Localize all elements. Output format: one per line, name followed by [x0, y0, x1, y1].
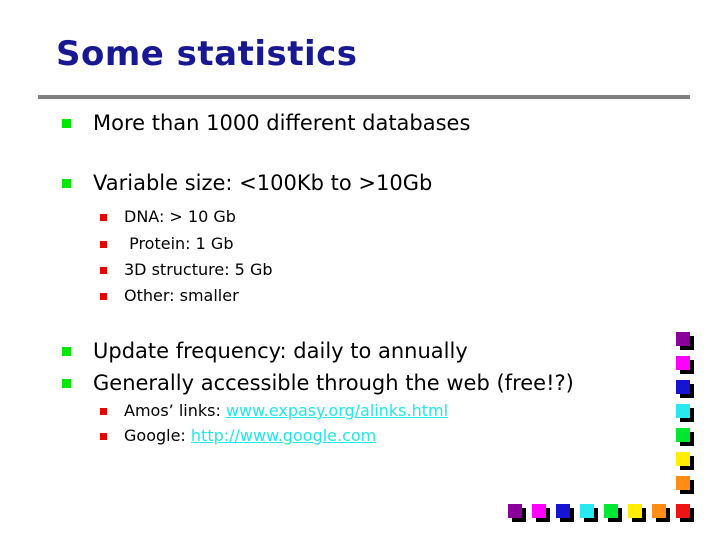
link-prefix-label: Amos’ links: — [124, 401, 226, 420]
bullet-square-red-icon — [100, 408, 107, 415]
color-square — [604, 504, 622, 522]
bullet-square-red-icon — [100, 433, 107, 440]
list-item-label: More than 1000 different databases — [93, 111, 471, 135]
sub-list-item-label: Protein: 1 Gb — [124, 234, 234, 253]
color-square — [556, 504, 574, 522]
color-square-fill — [676, 332, 690, 346]
color-square — [676, 504, 694, 522]
color-square-fill — [676, 504, 690, 518]
slide-canvas: Some statistics More than 1000 different… — [0, 0, 720, 540]
sub-list-item: Other: smaller — [100, 285, 239, 306]
bullet-square-green-icon — [62, 347, 71, 356]
color-square — [580, 504, 598, 522]
bullet-square-red-icon — [100, 267, 107, 274]
list-item: Variable size: <100Kb to >10Gb — [62, 170, 432, 196]
color-square-fill — [676, 356, 690, 370]
color-square — [676, 332, 694, 350]
color-square-fill — [676, 428, 690, 442]
color-square-fill — [556, 504, 570, 518]
link-row-label: Amos’ links: www.expasy.org/alinks.html — [124, 400, 448, 421]
color-square — [652, 504, 670, 522]
bullet-square-green-icon — [62, 119, 71, 128]
sub-list-item: Protein: 1 Gb — [100, 233, 233, 254]
color-square-fill — [676, 476, 690, 490]
color-square-fill — [532, 504, 546, 518]
list-item-label: Variable size: <100Kb to >10Gb — [93, 171, 433, 195]
link-row-label: Google: http://www.google.com — [124, 425, 376, 446]
color-square — [628, 504, 646, 522]
color-square — [532, 504, 550, 522]
list-item-label: Update frequency: daily to annually — [93, 339, 468, 363]
bullet-square-red-icon — [100, 293, 107, 300]
expasy-link[interactable]: www.expasy.org/alinks.html — [226, 401, 448, 420]
color-square-fill — [508, 504, 522, 518]
sub-list-item-label: Other: smaller — [124, 286, 239, 305]
color-square — [676, 380, 694, 398]
sub-list-item-link: Amos’ links: www.expasy.org/alinks.html — [100, 400, 448, 421]
page-title: Some statistics — [56, 34, 358, 74]
list-item: More than 1000 different databases — [62, 110, 470, 136]
bullet-square-red-icon — [100, 241, 107, 248]
color-square-fill — [676, 452, 690, 466]
sub-list-item-link: Google: http://www.google.com — [100, 425, 376, 446]
color-square — [676, 356, 694, 374]
sub-list-item-label: DNA: > 10 Gb — [124, 207, 236, 226]
link-prefix-label: Google: — [124, 426, 191, 445]
color-square-fill — [652, 504, 666, 518]
sub-list-item: 3D structure: 5 Gb — [100, 259, 273, 280]
color-square — [676, 476, 694, 494]
color-square-fill — [604, 504, 618, 518]
color-square — [676, 404, 694, 422]
sub-list-item: DNA: > 10 Gb — [100, 206, 236, 227]
color-square-fill — [628, 504, 642, 518]
list-item: Generally accessible through the web (fr… — [62, 370, 574, 396]
color-square-fill — [676, 404, 690, 418]
list-item-label: Generally accessible through the web (fr… — [93, 371, 574, 395]
bullet-square-green-icon — [62, 379, 71, 388]
list-item: Update frequency: daily to annually — [62, 338, 468, 364]
sub-list-item-label: 3D structure: 5 Gb — [124, 260, 273, 279]
color-square-fill — [676, 380, 690, 394]
bullet-square-red-icon — [100, 214, 107, 221]
color-square — [676, 428, 694, 446]
color-square-fill — [580, 504, 594, 518]
title-divider — [38, 95, 690, 99]
google-link[interactable]: http://www.google.com — [191, 426, 376, 445]
color-square — [676, 452, 694, 470]
color-square — [508, 504, 526, 522]
bullet-square-green-icon — [62, 179, 71, 188]
